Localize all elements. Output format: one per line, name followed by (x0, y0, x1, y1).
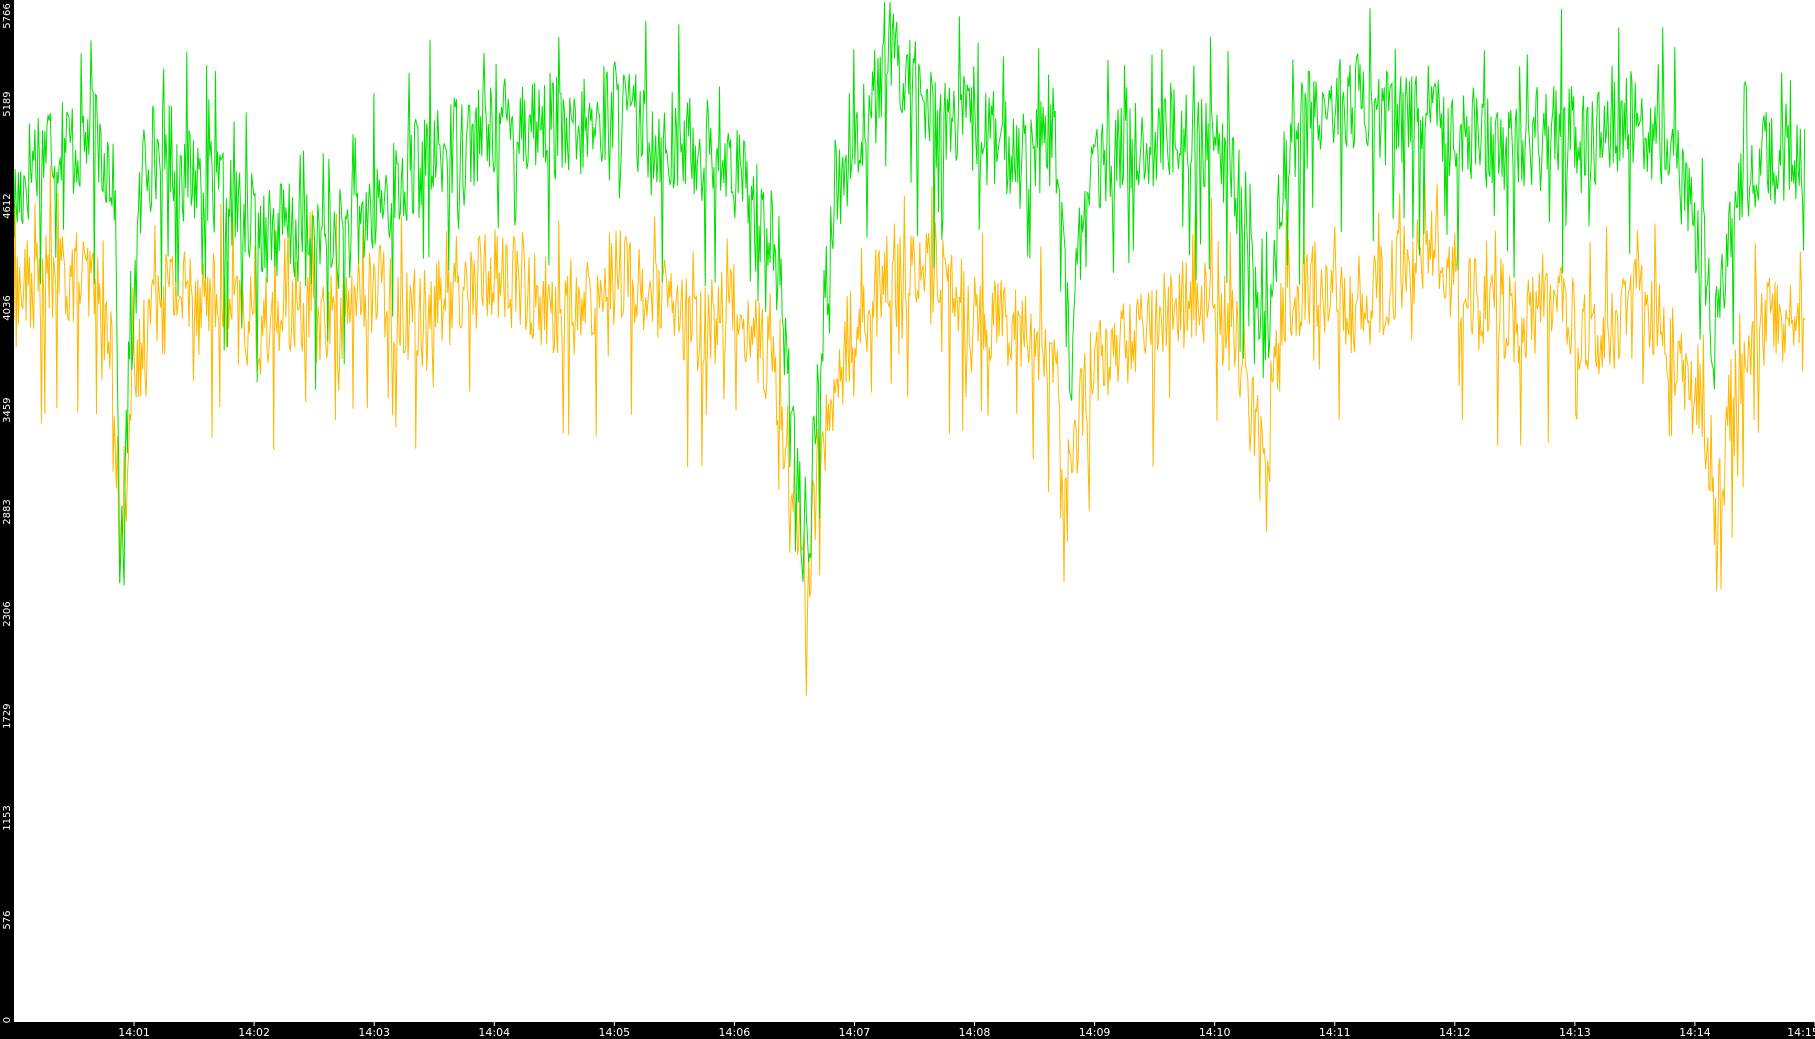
x-tick-label: 14:11 (1319, 1026, 1351, 1039)
y-tick-label: 4612 (2, 193, 13, 218)
throughput-line-chart: 0 576 1153 1729 2306 2883 3459 4036 4612 5189 5766… (0, 0, 1815, 1039)
x-tick-label: 14:08 (959, 1026, 991, 1039)
y-tick-label: 5766 (2, 3, 13, 28)
x-tick-label: 14:15 (1787, 1026, 1815, 1039)
x-tick-label: 14:04 (478, 1026, 510, 1039)
x-axis-bar (0, 1022, 1815, 1039)
y-tick-label: 3459 (2, 397, 13, 422)
x-tick-label: 14:12 (1439, 1026, 1471, 1039)
x-tick-label: 14:02 (238, 1026, 270, 1039)
x-tick-label: 14:05 (598, 1026, 630, 1039)
x-tick-label: 14:03 (358, 1026, 390, 1039)
y-tick-label: 2306 (2, 601, 13, 626)
x-tick-label: 14:01 (118, 1026, 150, 1039)
x-tick-label: 14:14 (1679, 1026, 1711, 1039)
x-tick-label: 14:07 (839, 1026, 871, 1039)
x-tick-label: 14:06 (719, 1026, 751, 1039)
y-tick-label: 2883 (2, 499, 13, 524)
y-tick-label: 4036 (2, 295, 13, 320)
plot-background (0, 0, 1815, 1039)
y-tick-label: 0 (2, 1017, 13, 1023)
x-tick-label: 14:10 (1199, 1026, 1231, 1039)
y-tick-label: 1729 (2, 703, 13, 728)
y-tick-label: 576 (2, 911, 13, 930)
x-tick-label: 14:09 (1079, 1026, 1111, 1039)
y-tick-label: 5189 (2, 91, 13, 116)
x-tick-label: 14:13 (1559, 1026, 1591, 1039)
y-tick-label: 1153 (2, 805, 13, 830)
